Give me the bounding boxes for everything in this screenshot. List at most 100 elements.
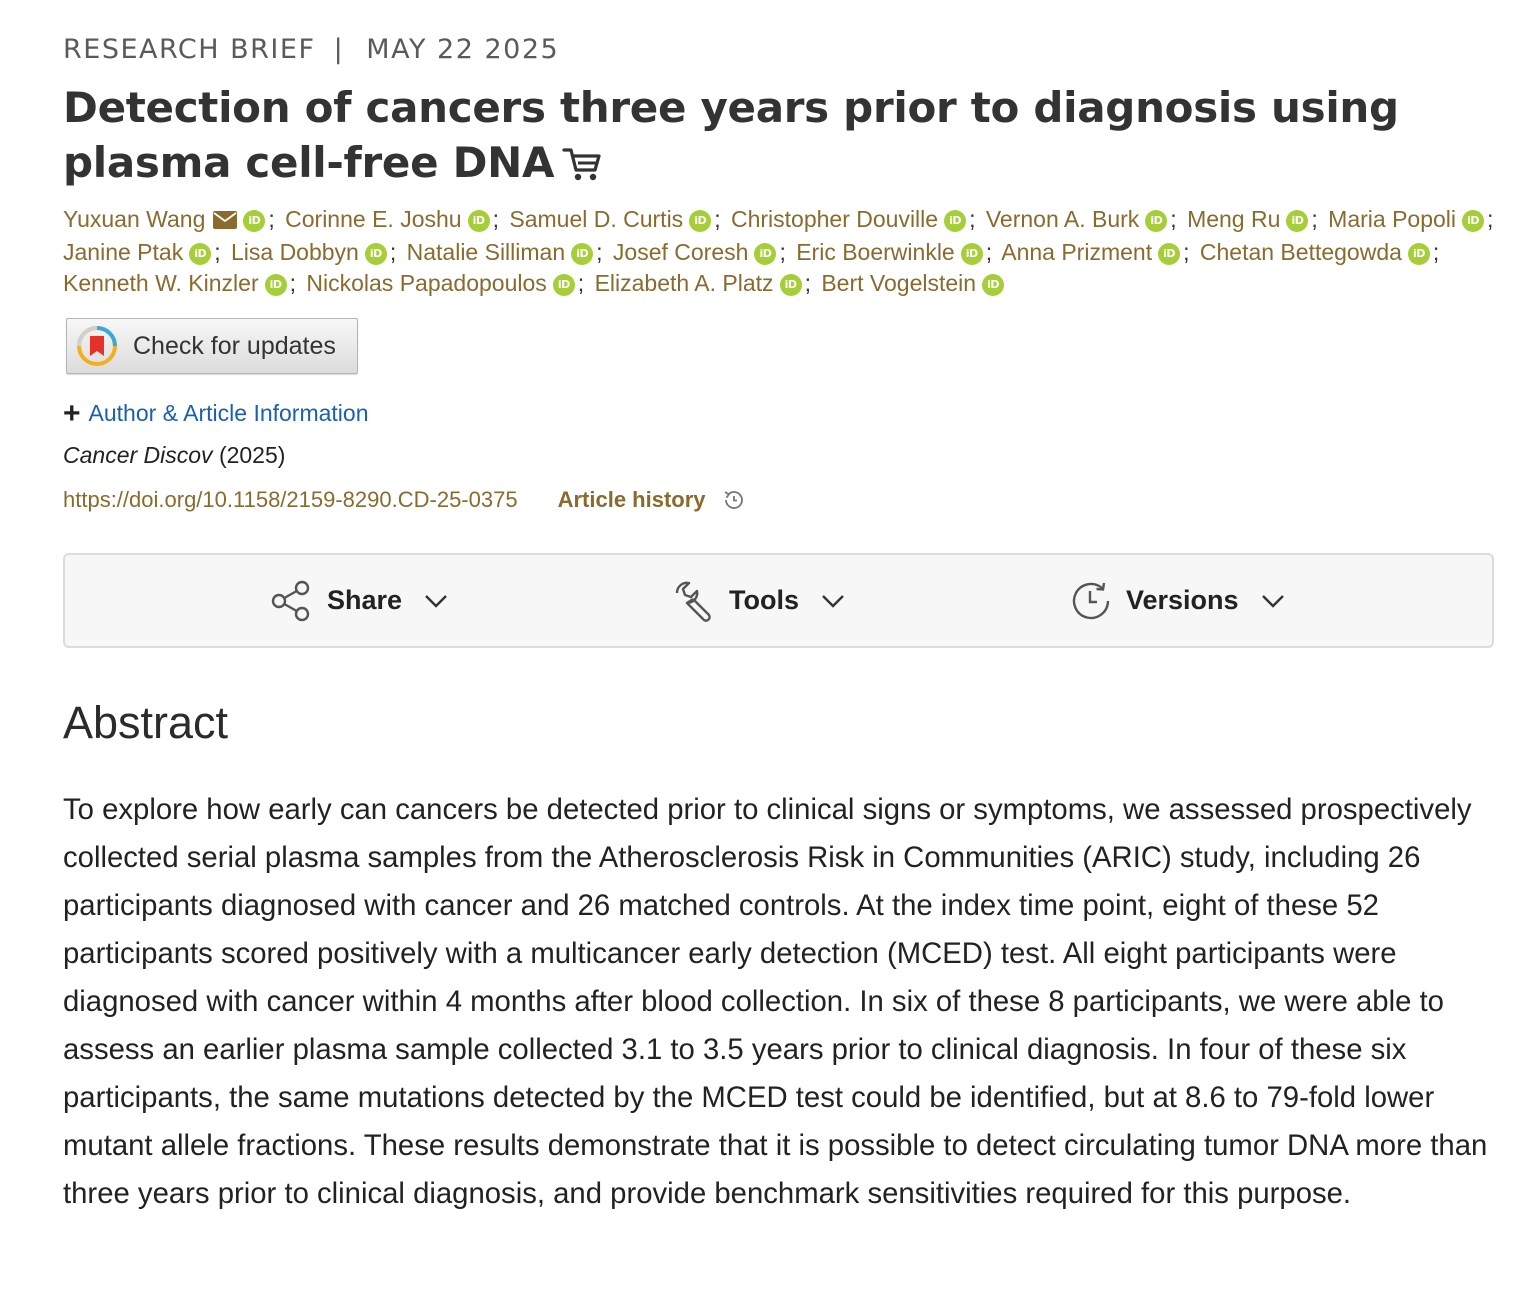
orcid-icon[interactable]: iD bbox=[960, 243, 983, 265]
citation: Cancer Discov (2025) bbox=[63, 442, 285, 469]
plus-icon: + bbox=[63, 396, 81, 430]
author-name-link[interactable]: Maria Popoli bbox=[1328, 206, 1456, 232]
author-name-link[interactable]: Anna Prizment bbox=[1001, 239, 1152, 265]
tools-label: Tools bbox=[729, 585, 799, 615]
author-separator: ; bbox=[1311, 206, 1318, 232]
author-item: Kenneth W. Kinzler iD; bbox=[63, 270, 300, 296]
email-icon[interactable] bbox=[213, 206, 238, 237]
chevron-down-icon bbox=[425, 594, 447, 608]
author-separator: ; bbox=[985, 239, 993, 265]
article-title: Detection of cancers three years prior t… bbox=[63, 80, 1463, 196]
author-name-link[interactable]: Bert Vogelstein bbox=[821, 270, 976, 296]
orcid-icon[interactable]: iD bbox=[552, 274, 575, 296]
author-article-info-link[interactable]: Author & Article Information bbox=[89, 400, 369, 427]
article-type: RESEARCH BRIEF bbox=[63, 34, 316, 65]
author-name-link[interactable]: Janine Ptak bbox=[63, 239, 183, 265]
orcid-icon[interactable]: iD bbox=[1145, 210, 1168, 232]
author-name-link[interactable]: Chetan Bettegowda bbox=[1200, 239, 1402, 265]
doi-link[interactable]: https://doi.org/10.1158/2159-8290.CD-25-… bbox=[63, 487, 518, 513]
orcid-icon[interactable]: iD bbox=[1462, 210, 1485, 232]
author-separator: ; bbox=[969, 206, 976, 232]
author-separator: ; bbox=[268, 206, 275, 232]
article-title-text: Detection of cancers three years prior t… bbox=[63, 83, 1399, 187]
doi-row: https://doi.org/10.1158/2159-8290.CD-25-… bbox=[63, 487, 746, 513]
article-toolbar: Share Tools Versions bbox=[63, 553, 1494, 648]
author-item: Vernon A. Burk iD; bbox=[986, 206, 1181, 232]
author-separator: ; bbox=[714, 206, 721, 232]
author-name-link[interactable]: Vernon A. Burk bbox=[986, 206, 1139, 232]
orcid-icon[interactable]: iD bbox=[982, 274, 1005, 296]
history-clock-icon[interactable] bbox=[722, 488, 746, 512]
author-name-link[interactable]: Eric Boerwinkle bbox=[796, 239, 955, 265]
cart-icon[interactable] bbox=[562, 141, 602, 196]
author-item: Corinne E. Joshu iD; bbox=[285, 206, 503, 232]
version-history-icon bbox=[1072, 582, 1110, 619]
author-name-link[interactable]: Meng Ru bbox=[1187, 206, 1280, 232]
orcid-icon[interactable]: iD bbox=[754, 243, 777, 265]
author-separator: ; bbox=[214, 239, 221, 265]
author-name-link[interactable]: Samuel D. Curtis bbox=[509, 206, 683, 232]
orcid-icon[interactable]: iD bbox=[1286, 210, 1309, 232]
chevron-down-icon bbox=[822, 594, 844, 608]
author-separator: ; bbox=[389, 239, 397, 265]
author-item: Bert Vogelstein iD bbox=[821, 270, 1005, 296]
orcid-icon[interactable]: iD bbox=[1407, 243, 1430, 265]
author-separator: ; bbox=[577, 270, 585, 296]
author-item: Chetan Bettegowda iD; bbox=[1200, 239, 1443, 265]
author-item: Maria Popoli iD; bbox=[1328, 206, 1497, 232]
author-name-link[interactable]: Josef Coresh bbox=[613, 239, 749, 265]
wrench-icon bbox=[675, 581, 711, 622]
check-for-updates-button[interactable]: Check for updates bbox=[66, 318, 358, 374]
orcid-icon[interactable]: iD bbox=[1158, 243, 1181, 265]
author-item: Samuel D. Curtis iD; bbox=[509, 206, 724, 232]
journal-name: Cancer Discov bbox=[63, 442, 213, 468]
author-list: Yuxuan Wang iD; Corinne E. Joshu iD; Samue… bbox=[63, 204, 1503, 299]
orcid-icon[interactable]: iD bbox=[779, 274, 802, 296]
orcid-icon[interactable]: iD bbox=[467, 210, 490, 232]
author-name-link[interactable]: Corinne E. Joshu bbox=[285, 206, 461, 232]
orcid-icon[interactable]: iD bbox=[189, 243, 212, 265]
author-name-link[interactable]: Lisa Dobbyn bbox=[231, 239, 359, 265]
author-item: Janine Ptak iD; bbox=[63, 239, 225, 265]
chevron-down-icon bbox=[1261, 594, 1284, 608]
author-item: Anna Prizment iD; bbox=[1001, 239, 1193, 265]
article-history-link[interactable]: Article history bbox=[558, 487, 706, 513]
author-item: Josef Coresh iD; bbox=[613, 239, 790, 265]
author-item: Eric Boerwinkle iD; bbox=[796, 239, 996, 265]
orcid-icon[interactable]: iD bbox=[689, 210, 712, 232]
abstract-heading: Abstract bbox=[63, 697, 229, 748]
orcid-icon[interactable]: iD bbox=[944, 210, 967, 232]
author-separator: ; bbox=[1183, 239, 1190, 265]
share-dropdown[interactable]: Share bbox=[269, 555, 448, 646]
author-article-info-toggle[interactable]: + Author & Article Information bbox=[63, 396, 369, 430]
author-item: Yuxuan Wang iD; bbox=[63, 206, 279, 232]
publish-date: MAY 22 2025 bbox=[366, 34, 560, 65]
author-separator: ; bbox=[1170, 206, 1177, 232]
crossmark-icon bbox=[77, 326, 117, 366]
author-name-link[interactable]: Natalie Silliman bbox=[407, 239, 566, 265]
versions-dropdown[interactable]: Versions bbox=[1068, 555, 1285, 646]
author-name-link[interactable]: Elizabeth A. Platz bbox=[595, 270, 774, 296]
orcid-icon[interactable]: iD bbox=[364, 243, 387, 265]
author-name-link[interactable]: Christopher Douville bbox=[731, 206, 938, 232]
publication-year: (2025) bbox=[218, 442, 286, 468]
author-name-link[interactable]: Yuxuan Wang bbox=[63, 206, 205, 232]
author-name-link[interactable]: Nickolas Papadopoulos bbox=[306, 270, 546, 296]
tools-dropdown[interactable]: Tools bbox=[671, 555, 845, 646]
author-item: Lisa Dobbyn iD; bbox=[231, 239, 400, 265]
article-kicker: RESEARCH BRIEF | MAY 22 2025 bbox=[63, 34, 559, 65]
author-separator: ; bbox=[1487, 206, 1494, 232]
author-item: Meng Ru iD; bbox=[1187, 206, 1322, 232]
orcid-icon[interactable]: iD bbox=[243, 210, 266, 232]
author-item: Elizabeth A. Platz iD; bbox=[595, 270, 815, 296]
versions-label: Versions bbox=[1126, 585, 1239, 615]
abstract-text: To explore how early can cancers be dete… bbox=[63, 793, 1488, 1210]
orcid-icon[interactable]: iD bbox=[571, 243, 594, 265]
author-separator: ; bbox=[804, 270, 811, 296]
share-label: Share bbox=[327, 585, 403, 615]
author-item: Natalie Silliman iD; bbox=[407, 239, 607, 265]
author-name-link[interactable]: Kenneth W. Kinzler bbox=[63, 270, 259, 296]
author-separator: ; bbox=[1432, 239, 1440, 265]
orcid-icon[interactable]: iD bbox=[264, 274, 287, 296]
author-item: Nickolas Papadopoulos iD; bbox=[306, 270, 588, 296]
